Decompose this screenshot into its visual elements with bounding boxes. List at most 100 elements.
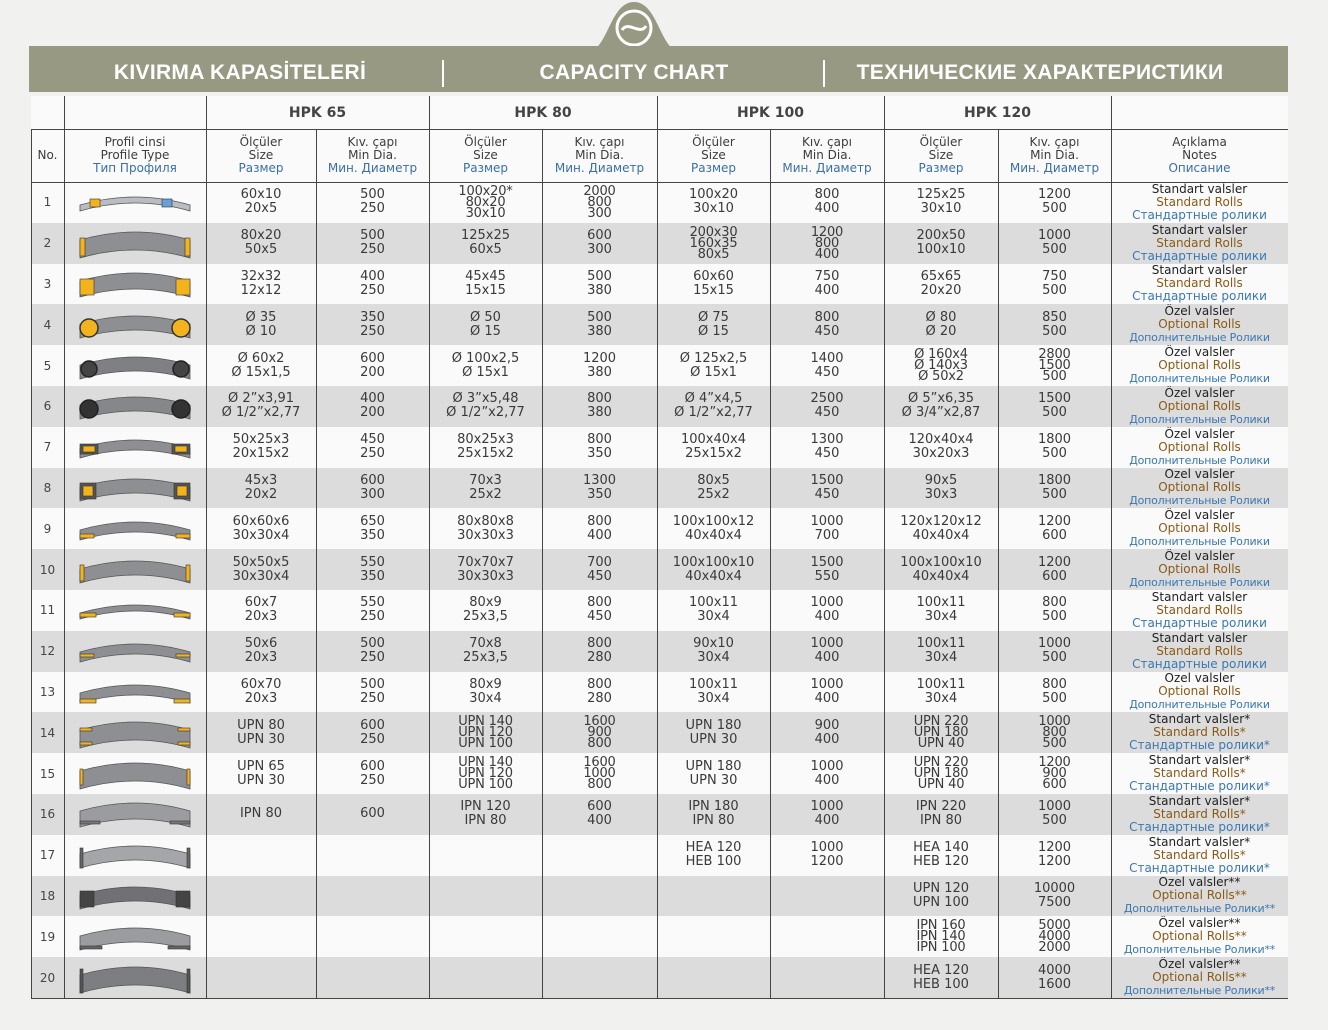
- profile-cell: [64, 345, 206, 386]
- size-cell: 100x11 30x4: [884, 590, 998, 631]
- size-cell: UPN 140 UPN 120 UPN 100: [429, 712, 542, 753]
- cell-value: 200x50: [916, 228, 966, 244]
- size-cell: 60x10 20x5: [206, 182, 316, 223]
- min-dia-cell: 900 400: [770, 712, 884, 753]
- cell-value: 25x3,5: [463, 650, 508, 666]
- cell-value: 1200: [582, 350, 617, 366]
- size-cell: 65x65 20x20: [884, 264, 998, 305]
- min-dia-cell: 800 350: [542, 427, 657, 468]
- size-cell: Ø 60x2 Ø 15x1,5: [206, 345, 316, 386]
- min-dia-cell: 800 380: [542, 386, 657, 427]
- cell-value: 125x25: [916, 187, 966, 203]
- cell-value: 400: [814, 282, 840, 298]
- cell-value: 380: [587, 323, 612, 339]
- cell-value: 60x7: [244, 595, 278, 611]
- size-cell: 125x25 60x5: [429, 223, 542, 264]
- cell-value: UPN 40: [917, 736, 965, 752]
- size-cell: IPN 120 IPN 80: [429, 794, 542, 835]
- cell-value: 1500: [810, 472, 844, 488]
- cell-value: 100x100x10: [672, 554, 755, 570]
- size-cell: 60x7 20x3: [206, 590, 316, 631]
- row-number: 20: [39, 970, 56, 985]
- min-dia-cell: 800 400: [542, 508, 657, 549]
- note-line: Стандартные ролики*: [1129, 738, 1270, 753]
- min-dia-cell: 2500 450: [770, 386, 884, 427]
- cell-value: 500: [1042, 201, 1067, 217]
- cell-value: 40x40x4: [685, 568, 742, 584]
- note-line: Дополнительные Ролики: [1129, 576, 1270, 590]
- size-cell: 45x3 20x2: [206, 468, 316, 509]
- size-cell: UPN 180 UPN 30: [657, 712, 770, 753]
- header-size: Ölçüler Size Размер: [657, 129, 770, 182]
- cell-value: 60x10: [240, 187, 282, 203]
- profile-channel-out-icon: [79, 721, 191, 749]
- min-dia-cell: 600 400: [542, 794, 657, 835]
- cell-value: 400: [814, 813, 840, 829]
- header-notes: Açıklama Notes Описание: [1111, 129, 1288, 182]
- cell-value: 30x3: [924, 486, 958, 502]
- size-cell: 50x6 20x3: [206, 631, 316, 672]
- min-dia-cell: 600 250: [316, 712, 429, 753]
- profile-cell: [64, 631, 206, 672]
- notes-cell: Özel valsler** Optional Rolls** Дополнител…: [1111, 957, 1288, 998]
- cell-value: 800: [587, 391, 612, 407]
- notes-cell: Özel valsler Optional Rolls Дополнительные…: [1111, 672, 1288, 713]
- note-line: Дополнительные Ролики: [1129, 698, 1270, 712]
- min-dia-cell: 550 250: [316, 590, 429, 631]
- cell-value: Ø 20: [925, 323, 957, 339]
- cell-value: 100x11: [688, 676, 739, 692]
- cell-value: 380: [587, 282, 612, 298]
- cell-value: 90x5: [924, 472, 958, 488]
- min-dia-cell: 800 450: [770, 304, 884, 345]
- min-dia-cell: [316, 957, 429, 998]
- cell-value: HEA 140: [913, 840, 969, 856]
- row-number: 1: [43, 195, 52, 210]
- notes-cell: Standart valsler* Standard Rolls* Стандарт…: [1111, 712, 1288, 753]
- note-line: Optional Rolls: [1158, 398, 1241, 413]
- cell-value: 20x3: [244, 650, 278, 666]
- size-cell: [206, 835, 316, 876]
- cell-value: 500: [1042, 282, 1067, 298]
- size-cell: IPN 220 IPN 80: [884, 794, 998, 835]
- cell-value: UPN 100: [912, 894, 970, 910]
- row-number: 5: [43, 358, 52, 373]
- size-cell: 70x70x7 30x30x3: [429, 549, 542, 590]
- header-min-dia: Kıv. çapı Min Dia. Мин. Диаметр: [542, 129, 657, 182]
- cell-value: 1000: [810, 758, 844, 774]
- min-dia-cell: 1000 1200: [770, 835, 884, 876]
- cell-value: 15x15: [465, 282, 506, 298]
- group-label: HPK 120: [964, 104, 1031, 121]
- size-cell: [657, 957, 770, 998]
- notes-cell: Özel valsler** Optional Rolls** Дополнител…: [1111, 916, 1288, 957]
- cell-value: 80x9: [469, 676, 502, 692]
- min-dia-cell: 400 250: [316, 264, 429, 305]
- size-cell: 90x5 30x3: [884, 468, 998, 509]
- size-cell: [429, 876, 542, 917]
- size-cell: IPN 80: [206, 794, 316, 835]
- note-line: Стандартные ролики: [1132, 289, 1267, 304]
- header-size-line: Размер: [918, 161, 964, 175]
- cell-value: HEA 120: [685, 840, 742, 856]
- size-cell: UPN 65 UPN 30: [206, 753, 316, 794]
- cell-value: 2000: [1038, 940, 1071, 956]
- cell-value: 25x3,5: [463, 609, 508, 625]
- profile-hbeam-icon: [79, 845, 191, 869]
- note-line: Optional Rolls: [1158, 521, 1241, 536]
- min-dia-cell: 1000 400: [770, 672, 884, 713]
- min-dia-cell: [542, 957, 657, 998]
- cell-value: 1200: [1037, 513, 1072, 529]
- note-line: Optional Rolls**: [1152, 888, 1247, 903]
- min-dia-cell: 1000 400: [770, 753, 884, 794]
- header-size-line: Размер: [238, 161, 284, 175]
- row-number: 2: [43, 236, 52, 251]
- size-cell: [429, 957, 542, 998]
- min-dia-cell: [770, 876, 884, 917]
- cell-value: 100x11: [916, 595, 966, 611]
- cell-value: UPN 100: [458, 736, 513, 752]
- note-line: Стандартные ролики: [1132, 248, 1267, 263]
- size-cell: 100x11 30x4: [657, 590, 770, 631]
- size-cell: 100x100x10 40x40x4: [657, 549, 770, 590]
- min-dia-cell: 1300 450: [770, 427, 884, 468]
- cell-value: Ø 15: [698, 323, 729, 339]
- profile-cell: [64, 957, 206, 998]
